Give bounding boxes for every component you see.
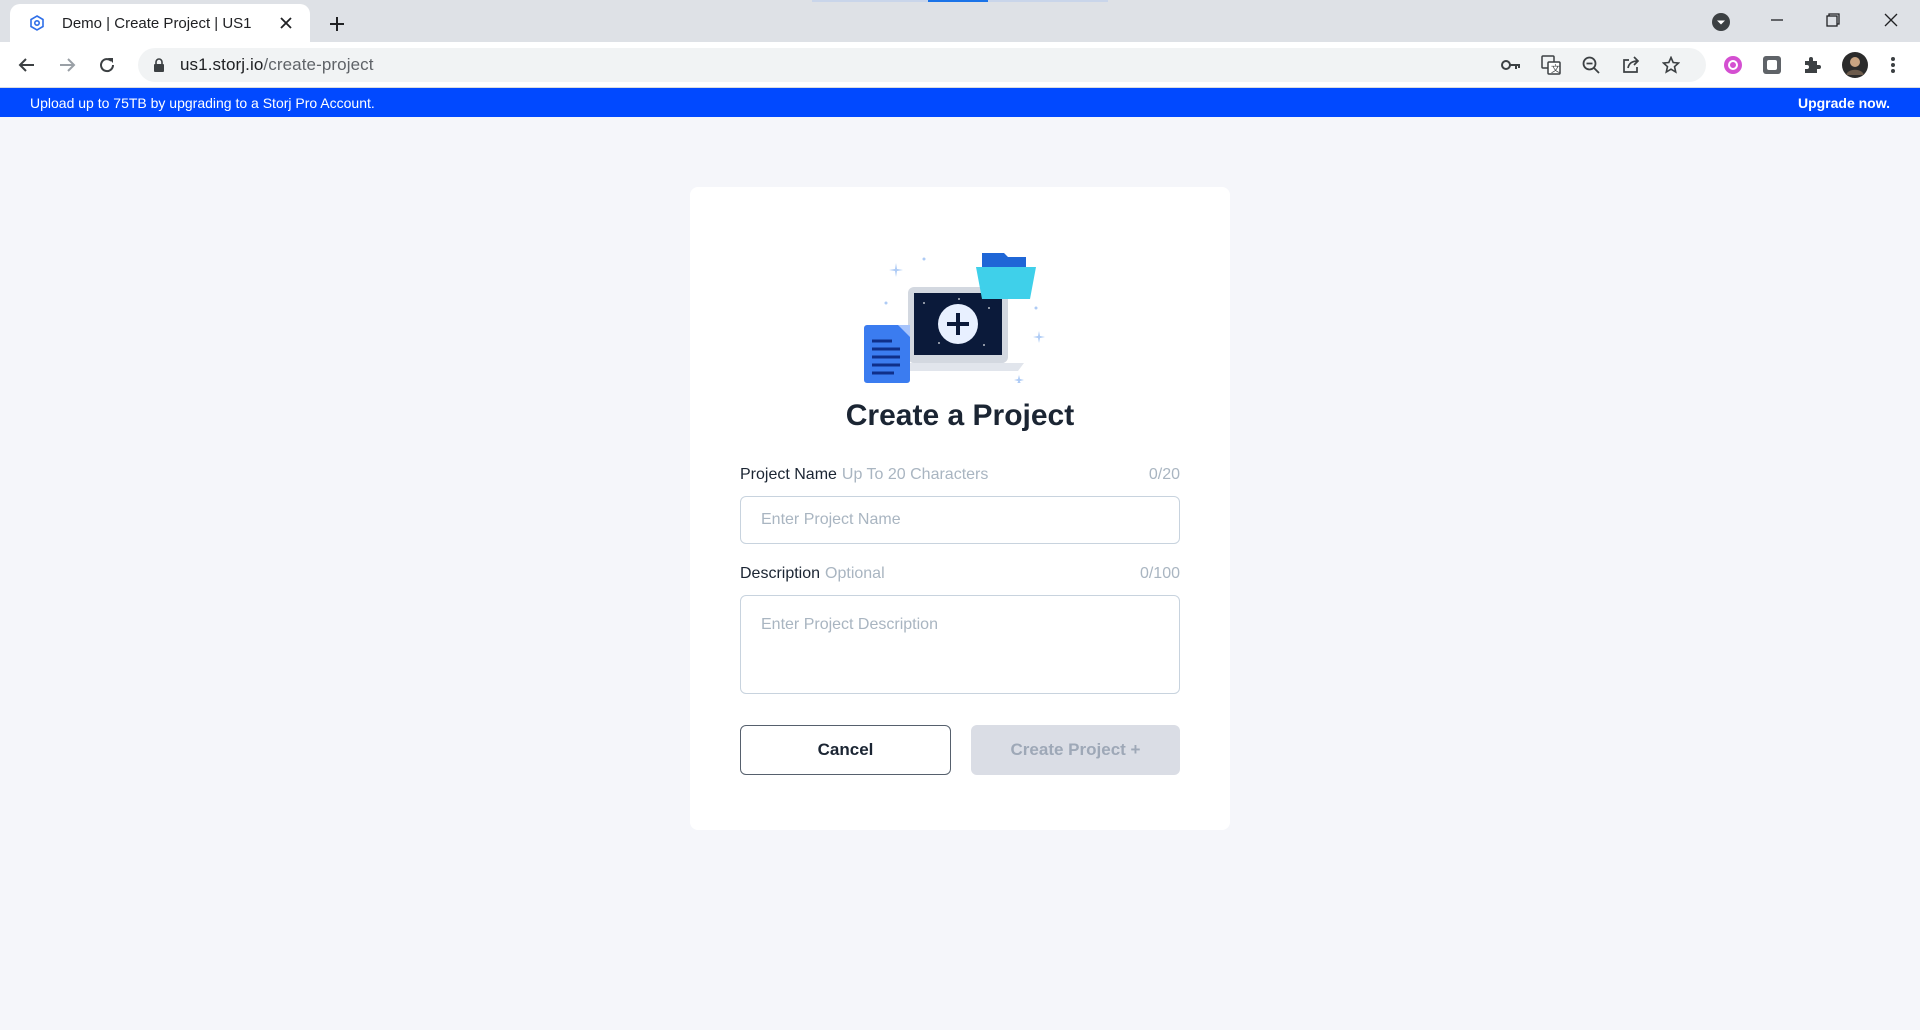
translate-icon[interactable]: 文 (1536, 50, 1566, 80)
extension-square-icon[interactable] (1757, 50, 1787, 80)
lock-icon[interactable] (150, 56, 168, 74)
extension-pink-icon[interactable] (1718, 50, 1748, 80)
project-name-label-row: Project Name Up To 20 Characters 0/20 (740, 466, 1180, 484)
puzzle-icon[interactable] (1797, 50, 1827, 80)
reload-icon[interactable] (91, 49, 123, 81)
star-icon[interactable] (1656, 50, 1686, 80)
upgrade-banner: Upload up to 75TB by upgrading to a Stor… (0, 88, 1920, 117)
svg-text:文: 文 (1551, 63, 1560, 75)
share-icon[interactable] (1616, 50, 1646, 80)
browser-tab-active[interactable]: Demo | Create Project | US1 (10, 4, 310, 42)
kebab-menu-icon[interactable] (1878, 50, 1908, 80)
forward-icon[interactable] (51, 49, 83, 81)
description-textarea[interactable]: Enter Project Description (740, 595, 1180, 694)
create-project-card: Create a Project Project Name Up To 20 C… (690, 187, 1230, 830)
tab-loading-indicator (928, 0, 988, 2)
browser-toolbar: us1.storj.io/create-project 文 (0, 42, 1920, 88)
url-text: us1.storj.io/create-project (180, 55, 374, 74)
project-name-counter: 0/20 (1148, 466, 1180, 483)
profile-avatar[interactable] (1838, 48, 1872, 82)
banner-message: Upload up to 75TB by upgrading to a Stor… (30, 94, 375, 111)
storj-favicon-icon (26, 12, 48, 34)
back-icon[interactable] (11, 49, 43, 81)
zoom-out-icon[interactable] (1576, 50, 1606, 80)
browser-tabstrip: Demo | Create Project | US1 (0, 0, 1920, 42)
project-name-hint: Up To 20 Characters (841, 466, 989, 483)
description-hint: Optional (825, 565, 885, 582)
close-icon[interactable] (276, 13, 296, 33)
project-name-input[interactable]: Enter Project Name (740, 496, 1180, 544)
description-label-row: Description Optional 0/100 (740, 565, 1180, 583)
window-close-icon[interactable] (1868, 4, 1914, 36)
page-title: Create a Project (845, 399, 1075, 432)
upgrade-link[interactable]: Upgrade now. (1798, 95, 1890, 111)
restore-icon[interactable] (1810, 4, 1856, 36)
plus-icon[interactable] (322, 9, 352, 39)
cancel-button[interactable]: Cancel (740, 725, 951, 775)
description-label: Description (740, 565, 821, 582)
minimize-icon[interactable] (1754, 4, 1800, 36)
create-project-illustration (864, 253, 1045, 383)
tab-title: Demo | Create Project | US1 (62, 14, 252, 32)
description-counter: 0/100 (1139, 565, 1180, 582)
tab-search-icon[interactable] (1708, 9, 1734, 35)
address-bar[interactable]: us1.storj.io/create-project 文 (138, 48, 1706, 82)
project-name-label: Project Name (740, 466, 837, 483)
key-icon[interactable] (1496, 50, 1526, 80)
create-project-button[interactable]: Create Project + (971, 725, 1180, 775)
